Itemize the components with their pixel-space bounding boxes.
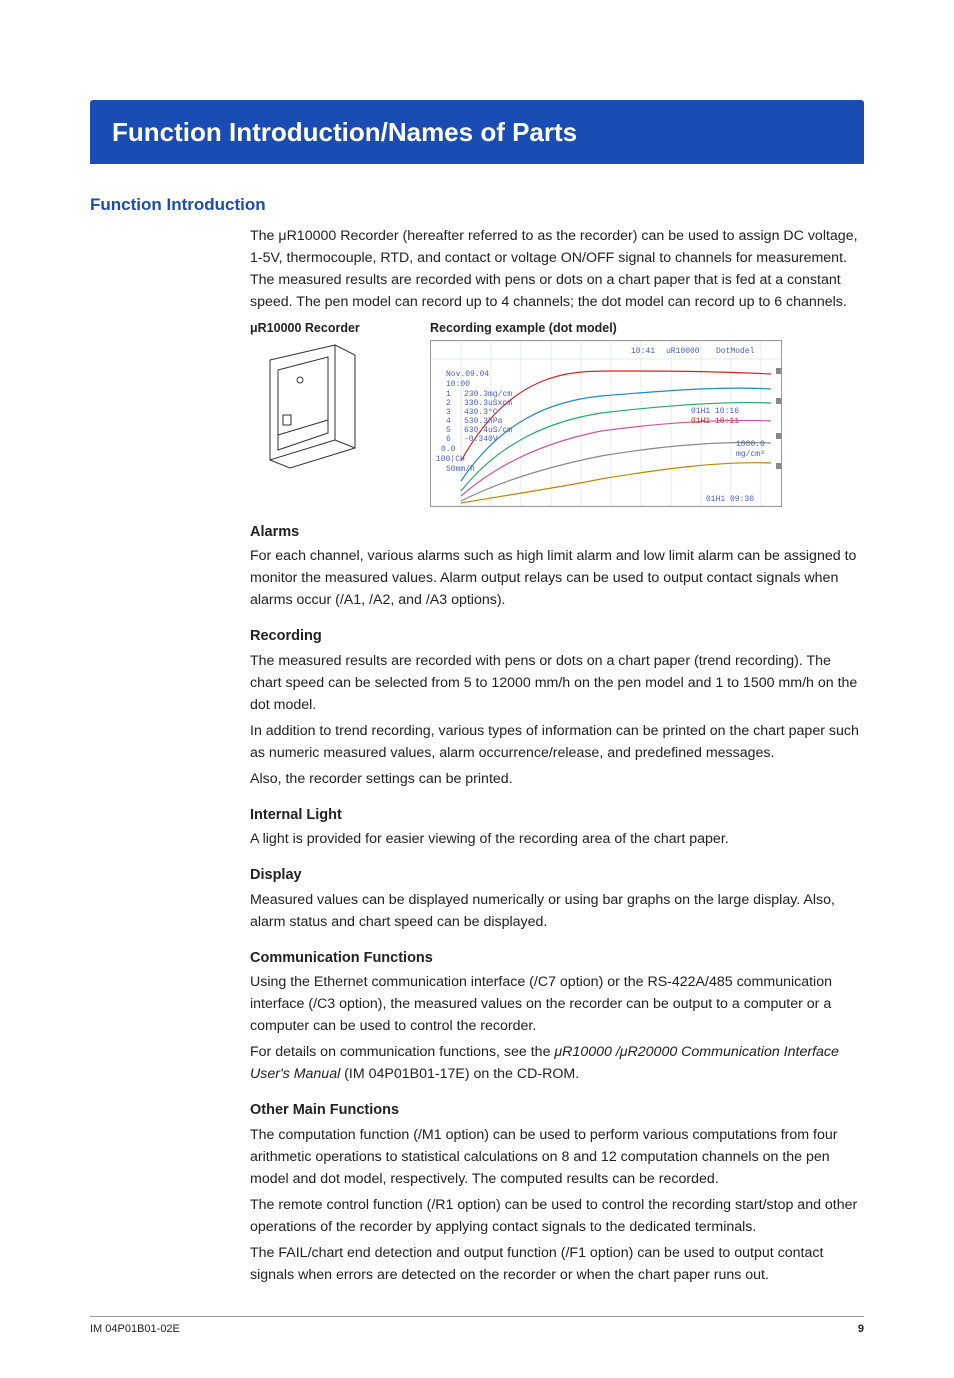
svg-text:01H1 09:30: 01H1 09:30 [706, 495, 754, 504]
figure-chart: Recording example (dot model) [430, 319, 782, 507]
svg-text:10:41: 10:41 [631, 347, 655, 356]
light-body: A light is provided for easier viewing o… [250, 828, 864, 850]
intro-paragraph: The μR10000 Recorder (hereafter referred… [250, 225, 864, 313]
device-illustration [250, 340, 370, 475]
alarms-heading: Alarms [250, 521, 864, 543]
svg-text:330.3uSxcm: 330.3uSxcm [464, 399, 512, 408]
chart-illustration: 10:41 uR10000 DotModel Nov.09.04 10:00 1… [430, 340, 782, 507]
other-heading: Other Main Functions [250, 1099, 864, 1121]
svg-text:DotModel: DotModel [716, 347, 755, 356]
svg-text:530.3hPa: 530.3hPa [464, 417, 503, 426]
svg-text:230.3mg/cm: 230.3mg/cm [464, 390, 512, 399]
svg-text:mg/cm³: mg/cm³ [736, 450, 765, 459]
svg-text:50mm/h: 50mm/h [446, 465, 475, 474]
svg-text:-0.340V: -0.340V [464, 435, 498, 444]
figure-row: μR10000 Recorder Recording [250, 319, 864, 507]
section-title: Function Introduction [90, 192, 864, 218]
display-body: Measured values can be displayed numeric… [250, 889, 864, 933]
svg-text:3: 3 [446, 408, 451, 417]
svg-text:uR10000: uR10000 [666, 347, 700, 356]
other-p2: The remote control function (/R1 option)… [250, 1194, 864, 1238]
comm-heading: Communication Functions [250, 947, 864, 969]
alarms-body: For each channel, various alarms such as… [250, 545, 864, 611]
comm-p1: Using the Ethernet communication interfa… [250, 971, 864, 1037]
svg-text:01H1 10:16: 01H1 10:16 [691, 407, 739, 416]
comm-p2: For details on communication functions, … [250, 1041, 864, 1085]
comm-p2-prefix: For details on communication functions, … [250, 1044, 554, 1060]
svg-text:1: 1 [446, 390, 451, 399]
svg-text:0.0: 0.0 [441, 445, 456, 454]
footer-doc-id: IM 04P01B01-02E [90, 1321, 180, 1338]
svg-text:430.3°C: 430.3°C [464, 408, 498, 417]
recording-p1: The measured results are recorded with p… [250, 650, 864, 716]
svg-text:6: 6 [446, 435, 451, 444]
content-body: The μR10000 Recorder (hereafter referred… [250, 225, 864, 1286]
recording-p3: Also, the recorder settings can be print… [250, 768, 864, 790]
svg-text:2: 2 [446, 399, 451, 408]
page-banner: Function Introduction/Names of Parts [90, 100, 864, 164]
figure-device: μR10000 Recorder [250, 319, 370, 475]
svg-text:Nov.09.04: Nov.09.04 [446, 370, 489, 379]
svg-text:100|CH: 100|CH [436, 455, 465, 464]
recording-heading: Recording [250, 625, 864, 647]
display-heading: Display [250, 864, 864, 886]
svg-text:630.4uS/cm: 630.4uS/cm [464, 426, 512, 435]
svg-text:10:00: 10:00 [446, 380, 470, 389]
figure-device-label: μR10000 Recorder [250, 319, 370, 338]
recording-p2: In addition to trend recording, various … [250, 720, 864, 764]
svg-text:4: 4 [446, 417, 451, 426]
page-footer: IM 04P01B01-02E 9 [90, 1316, 864, 1338]
svg-text:1000.0: 1000.0 [736, 440, 765, 449]
other-p3: The FAIL/chart end detection and output … [250, 1242, 864, 1286]
figure-chart-label: Recording example (dot model) [430, 319, 782, 338]
svg-text:01H1 10:11: 01H1 10:11 [691, 417, 739, 426]
light-heading: Internal Light [250, 804, 864, 826]
footer-page-number: 9 [858, 1321, 864, 1338]
comm-p2-suffix: (IM 04P01B01-17E) on the CD-ROM. [340, 1066, 579, 1082]
svg-text:5: 5 [446, 426, 451, 435]
other-p1: The computation function (/M1 option) ca… [250, 1124, 864, 1190]
